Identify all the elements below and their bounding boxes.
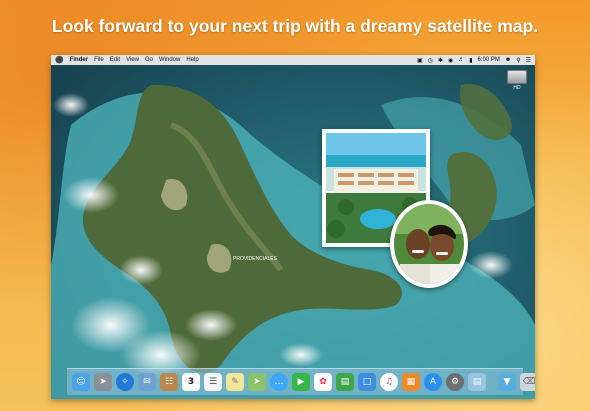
messages-icon[interactable]: … [270,373,288,391]
keynote-icon[interactable]: □ [358,373,376,391]
itunes-icon[interactable]: ♫ [380,373,398,391]
time-machine-icon[interactable]: ◷ [428,57,433,64]
menu-item-window[interactable]: Window [159,57,180,63]
couple-portrait[interactable] [390,200,468,288]
dock: ☺ ➤ ✧ ✉ ☷ 3 ☰ ✎ ➤ … ▶ ✿ ▤ □ ♫ ▦ A ⚙ ▤ ▼ … [67,368,535,395]
menu-clock[interactable]: 6:00 PM [478,57,500,63]
menu-item-help[interactable]: Help [186,57,198,63]
spotlight-search-icon[interactable]: ⚲ [516,57,520,64]
facetime-icon[interactable]: ▶ [292,373,310,391]
menu-item-view[interactable]: View [126,57,139,63]
ibooks-icon[interactable]: ▦ [402,373,420,391]
safari-icon[interactable]: ✧ [116,373,134,391]
hard-drive-desktop-item[interactable]: HD [505,70,529,91]
mail-icon[interactable]: ✉ [138,373,156,391]
battery-icon[interactable]: ▮ [469,57,472,64]
launchpad-icon[interactable]: ➤ [94,373,112,391]
reminders-icon[interactable]: ☰ [204,373,222,391]
photos-icon[interactable]: ✿ [314,373,332,391]
app-store-icon[interactable]: A [424,373,442,391]
menu-item-file[interactable]: File [94,57,104,63]
notes-icon[interactable]: ✎ [226,373,244,391]
calendar-day: 3 [187,377,195,387]
preview-icon[interactable]: ▤ [468,373,486,391]
volume-icon[interactable]: ♬ [458,57,464,63]
couple-image [394,204,464,284]
menu-item-go[interactable]: Go [145,57,153,63]
notification-center-icon[interactable]: ☰ [526,57,531,64]
menu-extras: ▣ ◷ ✱ ◉ ♬ ▮ 6:00 PM ☻ ⚲ ☰ [417,57,531,64]
trash-icon[interactable]: ⌫ [520,373,535,391]
menu-item-edit[interactable]: Edit [110,57,120,63]
headline: Look forward to your next trip with a dr… [51,16,539,36]
contacts-icon[interactable]: ☷ [160,373,178,391]
user-icon[interactable]: ☻ [505,57,511,63]
finder-icon[interactable]: ☺ [72,373,90,391]
numbers-icon[interactable]: ▤ [336,373,354,391]
menu-bar: ⚫ Finder File Edit View Go Window Help ▣… [51,55,535,65]
maps-icon[interactable]: ➤ [248,373,266,391]
airplay-icon[interactable]: ▣ [417,57,423,64]
system-preferences-icon[interactable]: ⚙ [446,373,464,391]
mac-screen: PROVIDENCIALES ⚫ Finder File Edit View G… [51,55,535,399]
hard-drive-icon [507,70,527,84]
bluetooth-icon[interactable]: ✱ [438,57,443,64]
map-place-label: PROVIDENCIALES [233,256,278,262]
apple-menu-icon[interactable]: ⚫ [55,56,64,64]
wifi-icon[interactable]: ◉ [448,57,453,64]
downloads-folder-icon[interactable]: ▼ [498,373,516,391]
menu-item-finder[interactable]: Finder [70,57,88,63]
calendar-icon[interactable]: 3 [182,373,200,391]
hard-drive-label: HD [513,85,521,91]
